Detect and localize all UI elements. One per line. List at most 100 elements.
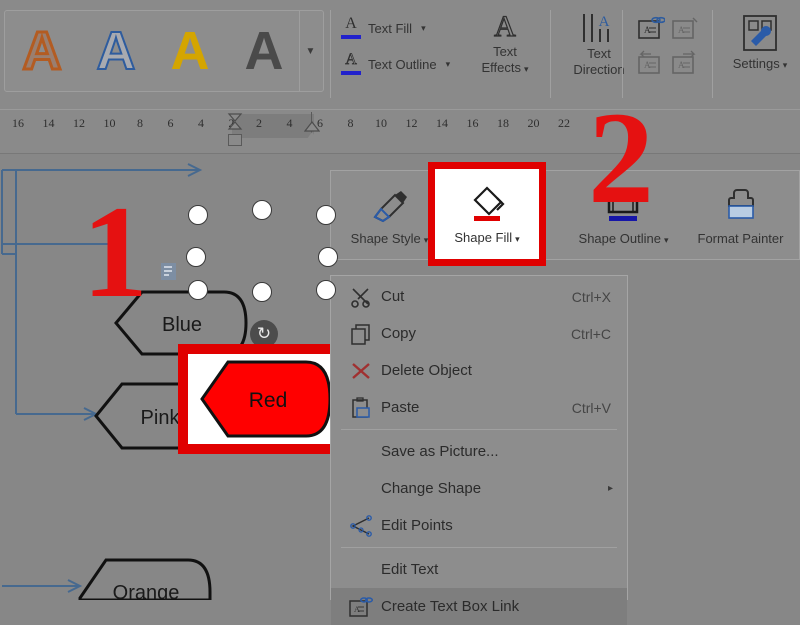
text-anchor-badge-icon: [160, 262, 178, 282]
text-effects-label-line1: Text: [468, 44, 542, 60]
settings-caret-icon[interactable]: ▾: [783, 60, 788, 70]
text-fill-caret-icon[interactable]: ▾: [421, 23, 426, 34]
text-direction-label-line2: Direction: [560, 62, 638, 78]
text-effects-label-word: Effects: [481, 60, 521, 75]
shape-outline-caret-icon[interactable]: ▾: [664, 235, 669, 245]
ruler-tick-left-8: 8: [132, 116, 148, 131]
text-outline-caret-icon[interactable]: ▾: [446, 59, 451, 70]
text-effects-button[interactable]: A Text Effects▾: [468, 10, 542, 77]
wordart-more-icon[interactable]: ▼: [299, 11, 321, 91]
shape-outline-button[interactable]: Shape Outline▾: [565, 171, 682, 259]
text-outline-icon: A: [340, 51, 362, 77]
shape-red[interactable]: Red: [188, 354, 340, 444]
textbox-link-group: A A A: [634, 12, 702, 80]
text-outline-button[interactable]: A Text Outline ▾: [336, 46, 454, 82]
ruler-tick-right-20: 20: [526, 116, 542, 131]
svg-text:A: A: [678, 60, 685, 70]
format-painter-button[interactable]: Format Painter: [682, 171, 799, 259]
context-menu-separator: [341, 429, 617, 430]
shape-outline-label-text: Shape Outline: [579, 231, 661, 246]
shape-fill-icon: [461, 183, 513, 225]
wordart-style-3[interactable]: A: [153, 12, 227, 90]
right-indent-marker[interactable]: [304, 132, 320, 143]
resize-handle-se[interactable]: [316, 280, 336, 300]
context-menu-item-save-as-picture[interactable]: Save as Picture...: [331, 433, 627, 470]
context-menu-item-paste[interactable]: PasteCtrl+V: [331, 389, 627, 426]
shape-outline-label: Shape Outline▾: [579, 231, 669, 246]
next-text-box-button[interactable]: A: [668, 46, 702, 80]
shape-context-menu[interactable]: CutCtrl+XCopyCtrl+CDelete ObjectPasteCtr…: [330, 275, 628, 600]
wordart-style-2[interactable]: A: [79, 12, 153, 90]
context-menu-item-cut[interactable]: CutCtrl+X: [331, 278, 627, 315]
ruler-tick-right-22: 22: [556, 116, 572, 131]
settings-button[interactable]: Settings▾: [722, 12, 798, 73]
text-effects-icon: A: [468, 10, 542, 44]
ribbon-separator-1: [330, 10, 331, 98]
context-menu-item-copy[interactable]: CopyCtrl+C: [331, 315, 627, 352]
resize-handle-e[interactable]: [318, 247, 338, 267]
shape-fill-caret-icon[interactable]: ▾: [515, 234, 520, 244]
resize-handle-n[interactable]: [252, 200, 272, 220]
resize-handle-sw[interactable]: [188, 280, 208, 300]
shape-red-label: Red: [249, 389, 288, 412]
text-direction-icon: A: [560, 10, 638, 46]
wordart-style-4[interactable]: A: [227, 12, 301, 90]
horizontal-ruler[interactable]: 161412108642246810121416182022: [0, 110, 800, 154]
context-menu-item-edit-points[interactable]: Edit Points: [331, 507, 627, 544]
shape-fill-button[interactable]: Shape Fill▾: [428, 162, 546, 266]
scissors-icon: [341, 286, 381, 308]
context-menu-item-label: Change Shape: [381, 480, 608, 497]
resize-handle-w[interactable]: [186, 247, 206, 267]
break-text-box-link-button[interactable]: A: [668, 12, 702, 46]
indent-marker-hourglass[interactable]: [227, 112, 243, 134]
textbox-link-icon: A: [341, 596, 381, 618]
ruler-tick-left-16: 16: [10, 116, 26, 131]
svg-text:A: A: [354, 605, 360, 614]
context-menu-item-delete-object[interactable]: Delete Object: [331, 352, 627, 389]
context-menu-item-label: Save as Picture...: [381, 443, 627, 460]
ruler-tick-left-10: 10: [102, 116, 118, 131]
resize-handle-s[interactable]: [252, 282, 272, 302]
shape-fill-label: Shape Fill▾: [454, 230, 519, 245]
resize-handle-nw[interactable]: [188, 205, 208, 225]
text-format-column: A Text Fill ▾ A Text Outline ▾: [336, 10, 454, 82]
text-fill-label: Text Fill: [368, 21, 412, 36]
context-menu-item-create-text-box-link[interactable]: ACreate Text Box Link: [331, 588, 627, 625]
context-menu-item-change-shape[interactable]: Change Shape▸: [331, 470, 627, 507]
ribbon-separator-4: [712, 10, 713, 98]
previous-text-box-button[interactable]: A: [634, 46, 668, 80]
submenu-arrow-icon: ▸: [608, 483, 627, 494]
context-menu-item-edit-text[interactable]: Edit Text: [331, 551, 627, 588]
text-fill-button[interactable]: A Text Fill ▾: [336, 10, 454, 46]
text-direction-button[interactable]: A Text Direction: [560, 10, 638, 78]
format-painter-label: Format Painter: [698, 231, 784, 246]
resize-handle-ne[interactable]: [316, 205, 336, 225]
context-menu-item-label: Edit Text: [381, 561, 627, 578]
shape-style-label-text: Shape Style: [351, 231, 421, 246]
wordart-style-1[interactable]: A: [5, 12, 79, 90]
shape-style-label: Shape Style▾: [351, 231, 429, 246]
text-outline-glyph: A: [340, 51, 362, 69]
ruler-tick-right-2: 2: [251, 116, 267, 131]
shape-orange[interactable]: Orange: [76, 554, 216, 600]
ruler-tick-labels: 161412108642246810121416182022: [0, 116, 800, 138]
copy-icon: [341, 323, 381, 345]
shape-pink-label: Pink: [141, 407, 181, 429]
text-outline-label: Text Outline: [368, 57, 437, 72]
svg-text:A: A: [678, 25, 685, 35]
ruler-tick-right-10: 10: [373, 116, 389, 131]
create-text-box-link-button[interactable]: A: [634, 12, 668, 46]
ruler-tick-left-14: 14: [41, 116, 57, 131]
left-indent-marker[interactable]: [228, 134, 242, 146]
wordart-style-gallery[interactable]: A A A A ▼: [4, 10, 324, 92]
ribbon-toolbar: A A A A ▼ A Text Fill ▾ A Text: [0, 0, 800, 110]
text-effects-caret-icon[interactable]: ▾: [524, 64, 529, 74]
application-window: A A A A ▼ A Text Fill ▾ A Text: [0, 0, 800, 600]
context-menu-item-shortcut: Ctrl+C: [571, 326, 627, 342]
text-effects-label-line2: Effects▾: [468, 60, 542, 77]
selected-shape-annotation-box: Red: [178, 344, 350, 454]
context-menu-separator: [341, 547, 617, 548]
ruler-tick-right-4: 4: [282, 116, 298, 131]
ruler-tick-right-18: 18: [495, 116, 511, 131]
settings-label-text: Settings: [733, 56, 780, 71]
